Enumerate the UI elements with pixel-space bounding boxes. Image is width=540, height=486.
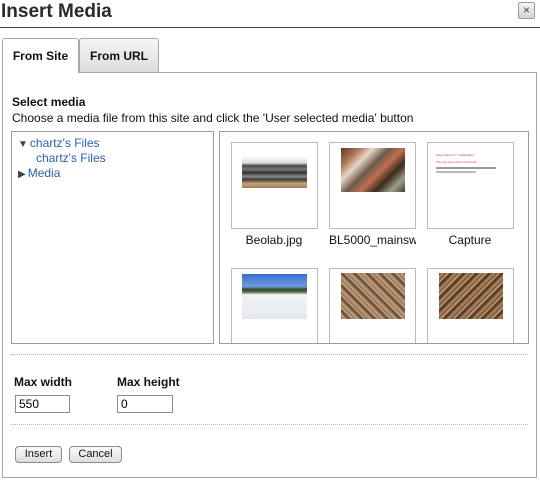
media-label: BL5000_mainsw: [329, 233, 416, 247]
select-media-instructions: Choose a media file from this site and c…: [12, 111, 414, 125]
media-label: Capture: [448, 233, 492, 247]
select-media-heading: Select media: [12, 95, 86, 109]
max-width-input[interactable]: [15, 395, 70, 413]
cancel-button[interactable]: Cancel: [69, 446, 122, 463]
max-height-label: Max height: [117, 375, 180, 389]
media-thumb-beolab[interactable]: [231, 142, 318, 229]
tree-item-label: Media: [27, 166, 61, 180]
snow-image: [242, 274, 307, 319]
media-thumb-snow[interactable]: [231, 268, 318, 343]
beolab-image: [242, 156, 307, 188]
media-thumb-bl5000[interactable]: [329, 142, 416, 229]
section-divider: [11, 354, 528, 355]
tree-item-label: chartz's Files: [29, 136, 100, 150]
section-divider: [11, 424, 528, 425]
dialog-title: Insert Media: [1, 1, 112, 22]
insert-button[interactable]: Insert: [15, 446, 62, 463]
capture-text-lines: [436, 171, 476, 173]
capture-image: Server Error in '/' Application. The res…: [436, 153, 506, 185]
tab-from-url[interactable]: From URL: [79, 38, 159, 72]
board-image: [439, 273, 503, 319]
close-icon[interactable]: ×: [518, 2, 535, 19]
media-label: Beolab.jpg: [245, 233, 303, 247]
circuit-image: [341, 273, 405, 319]
expanded-arrow-icon: ▼: [18, 139, 28, 150]
tree-item-media[interactable]: ▶ Media: [18, 166, 60, 180]
capture-text-lines: [436, 167, 496, 169]
max-width-label: Max width: [14, 375, 73, 389]
title-divider: [0, 27, 540, 28]
media-thumb-circuit[interactable]: [329, 268, 416, 343]
capture-error-heading: Server Error in '/' Application.: [436, 153, 475, 157]
tree-item-chartz-files[interactable]: ▼ chartz's Files: [18, 136, 100, 150]
media-thumb-capture[interactable]: Server Error in '/' Application. The res…: [427, 142, 514, 229]
max-height-input[interactable]: [117, 395, 173, 413]
tree-item-chartz-files-child[interactable]: chartz's Files: [36, 151, 106, 165]
folder-tree: ▼ chartz's Files chartz's Files ▶ Media: [11, 131, 214, 344]
collapsed-arrow-icon: ▶: [18, 169, 26, 180]
tab-panel: Select media Choose a media file from th…: [2, 72, 537, 478]
tab-from-site[interactable]: From Site: [2, 38, 79, 73]
media-grid[interactable]: Beolab.jpg BL5000_mainsw Server Error in…: [219, 131, 529, 344]
capture-error-subheading: The resource cannot be found.: [436, 160, 477, 164]
media-thumb-board[interactable]: [427, 268, 514, 343]
bl5000-image: [341, 148, 405, 192]
